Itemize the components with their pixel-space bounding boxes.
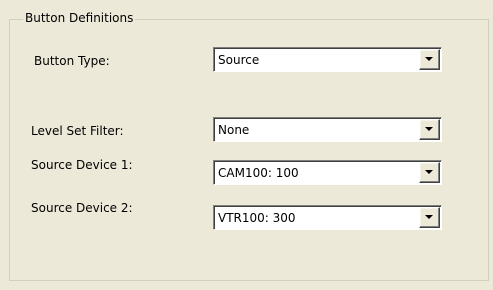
button-type-label: Button Type: [34,54,110,68]
chevron-down-icon [425,215,433,219]
button-type-value: Source [218,53,260,67]
source-device-2-dropdown-button[interactable] [419,207,440,228]
source-device-1-dropdown-button[interactable] [419,162,440,183]
chevron-down-icon [425,170,433,174]
source-device-2-label: Source Device 2: [31,201,133,215]
source-device-1-dropdown[interactable]: CAM100: 100 [213,160,442,185]
source-device-1-label: Source Device 1: [31,158,133,172]
level-set-filter-label: Level Set Filter: [31,124,124,138]
level-set-filter-dropdown[interactable]: None [213,117,442,142]
button-type-dropdown-button[interactable] [419,49,440,70]
level-set-filter-value: None [218,123,250,137]
level-set-filter-dropdown-button[interactable] [419,119,440,140]
source-device-1-value: CAM100: 100 [218,166,299,180]
button-type-dropdown[interactable]: Source [213,47,442,72]
source-device-2-value: VTR100: 300 [218,211,296,225]
chevron-down-icon [425,127,433,131]
chevron-down-icon [425,57,433,61]
source-device-2-dropdown[interactable]: VTR100: 300 [213,205,442,230]
button-definitions-title: Button Definitions [23,10,136,26]
